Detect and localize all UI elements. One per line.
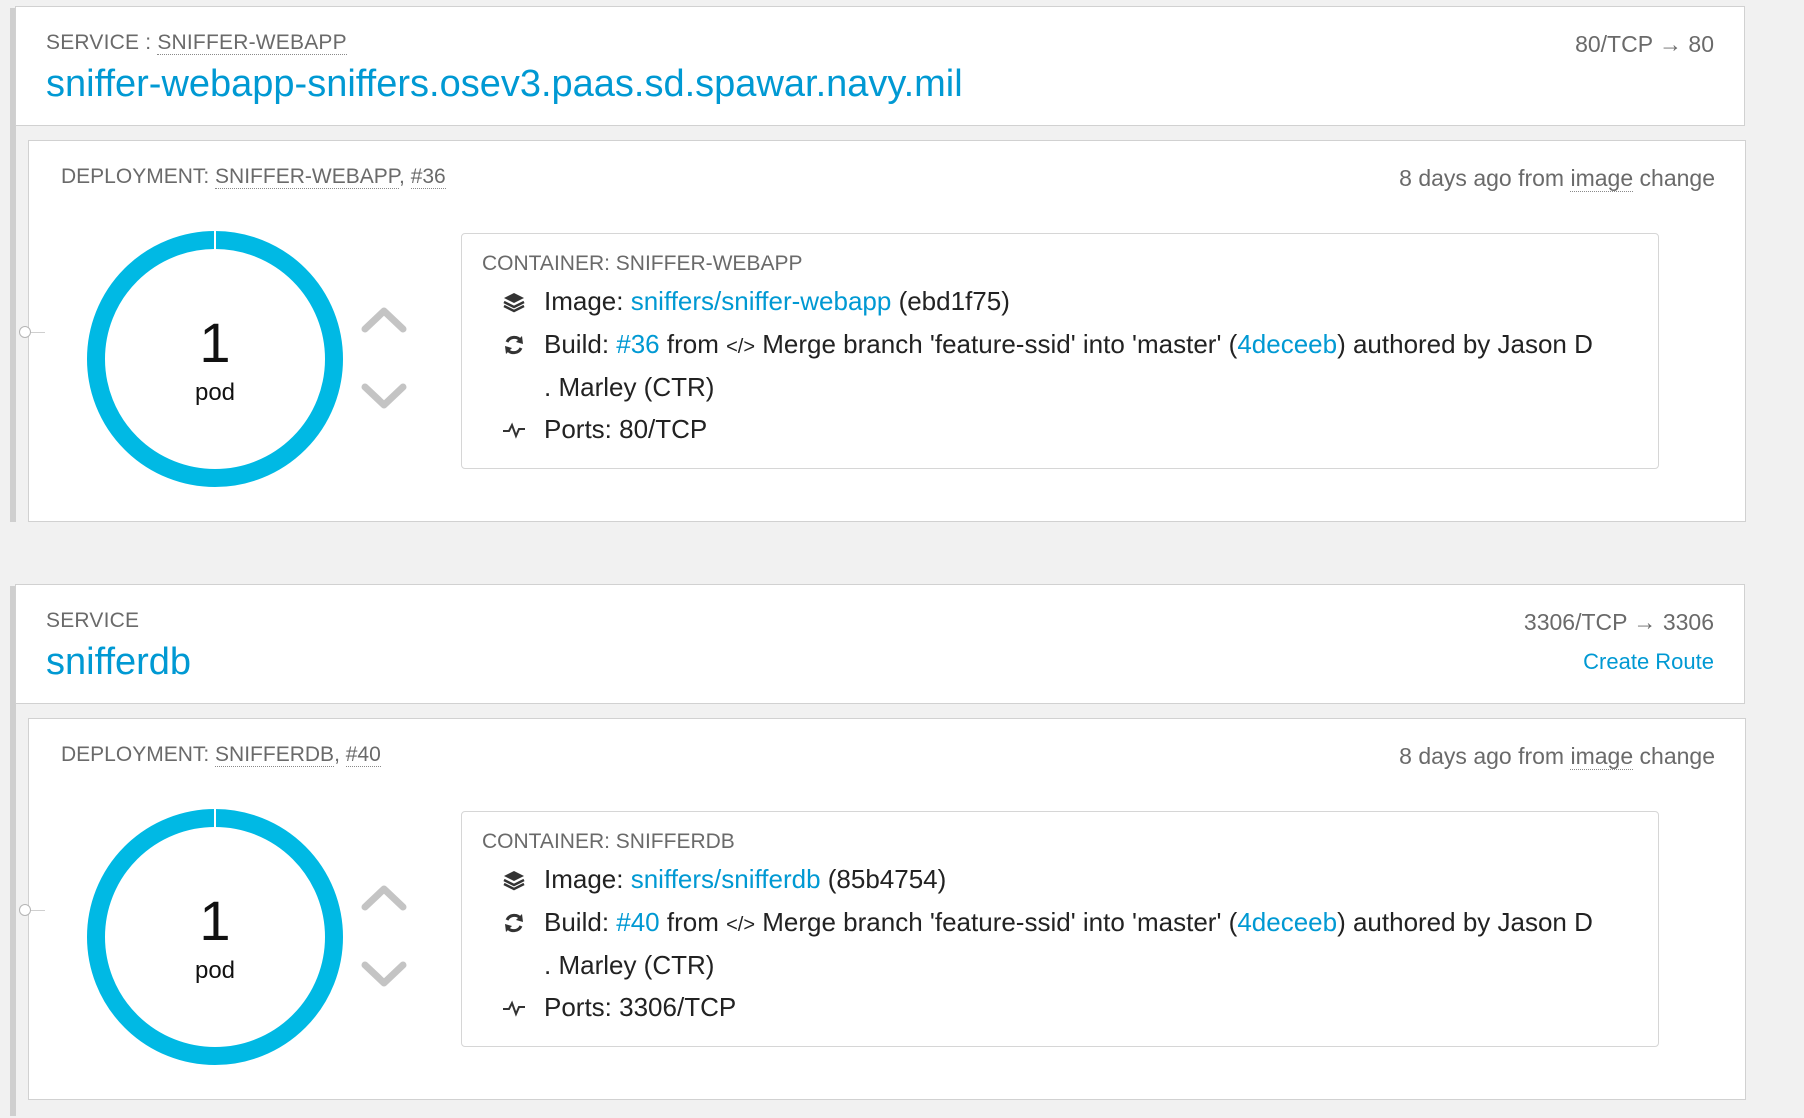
- pod-donut-chart[interactable]: 1 pod: [83, 227, 347, 491]
- deployment-age-prefix: 8 days ago from: [1399, 743, 1571, 769]
- chevron-up-icon: [361, 307, 407, 333]
- container-image-row: Image: sniffers/snifferdb (85b4754): [544, 864, 946, 895]
- service-label-prefix: SERVICE :: [46, 31, 158, 54]
- deployment-card: DEPLOYMENT: SNIFFER-WEBAPP, #36 8 days a…: [19, 140, 1746, 522]
- deployment-trigger[interactable]: image: [1570, 743, 1634, 770]
- connector-dot: [19, 326, 31, 338]
- pod-count-unit: pod: [194, 379, 236, 406]
- create-route-link[interactable]: Create Route: [1583, 649, 1714, 675]
- service-card: SERVICE : SNIFFER-WEBAPP sniffer-webapp-…: [15, 6, 1745, 126]
- container-ports-row: Ports: 80/TCP: [544, 414, 708, 444]
- build-author: ) authored by Jason D: [1337, 907, 1593, 937]
- build-from: from: [659, 329, 727, 359]
- refresh-icon: [505, 335, 523, 355]
- service-route-link[interactable]: sniffer-webapp-sniffers.osev3.paas.sd.sp…: [46, 63, 963, 106]
- deployment-trigger[interactable]: image: [1570, 165, 1634, 192]
- code-icon: </>: [726, 336, 756, 358]
- service-label: SERVICE: [46, 609, 139, 633]
- scale-up-button[interactable]: [359, 877, 409, 917]
- service-label-name[interactable]: SNIFFER-WEBAPP: [157, 31, 347, 55]
- container-image-row: Image: sniffers/sniffer-webapp (ebd1f75): [544, 286, 1010, 317]
- deployment-number-link[interactable]: #40: [345, 743, 381, 767]
- pod-donut-chart[interactable]: 1 pod: [83, 805, 347, 1069]
- build-author: ) authored by Jason D: [1337, 329, 1593, 359]
- build-message: Merge branch 'feature-ssid' into 'master…: [755, 329, 1238, 359]
- deployment-age: 8 days ago from image change: [1399, 165, 1715, 192]
- deployment-label-sep: ,: [399, 165, 411, 188]
- service-name-link[interactable]: snifferdb: [46, 641, 191, 684]
- pod-count: 1: [199, 889, 231, 952]
- deployment-label: DEPLOYMENT: SNIFFERDB, #40: [61, 743, 381, 767]
- chevron-up-icon: [361, 885, 407, 911]
- build-message: Merge branch 'feature-ssid' into 'master…: [755, 907, 1238, 937]
- deployment-age-suffix: change: [1633, 743, 1715, 769]
- deployment-age-prefix: 8 days ago from: [1399, 165, 1571, 191]
- container-build-row: Build: #36 from </> Merge branch 'featur…: [544, 329, 1593, 360]
- service-ports: 80/TCP → 80: [1575, 31, 1714, 57]
- build-author-cont: . Marley (CTR): [544, 950, 715, 980]
- container-details: CONTAINER: SNIFFER-WEBAPP Image: sniffer…: [461, 233, 1659, 469]
- build-label: Build:: [544, 329, 617, 359]
- scale-down-button[interactable]: [359, 377, 409, 417]
- build-link[interactable]: #40: [616, 907, 659, 937]
- deployment-age-suffix: change: [1633, 165, 1715, 191]
- deployment-label-sep: ,: [334, 743, 346, 766]
- deployment-age: 8 days ago from image change: [1399, 743, 1715, 770]
- deployment-label-prefix: DEPLOYMENT:: [61, 743, 216, 766]
- container-build-row-cont: . Marley (CTR): [544, 372, 714, 403]
- pod-count: 1: [199, 311, 231, 374]
- service-label: SERVICE : SNIFFER-WEBAPP: [46, 31, 347, 55]
- deployment-label-prefix: DEPLOYMENT:: [61, 165, 216, 188]
- image-link[interactable]: sniffers/snifferdb: [631, 864, 821, 894]
- pulse-icon: [503, 422, 525, 439]
- scale-up-button[interactable]: [359, 299, 409, 339]
- deployment-number-link[interactable]: #36: [410, 165, 446, 189]
- container-ports-row: Ports: 3306/TCP: [544, 992, 737, 1022]
- deployment-label: DEPLOYMENT: SNIFFER-WEBAPP, #36: [61, 165, 446, 189]
- commit-link[interactable]: 4deceeb: [1237, 329, 1337, 359]
- container-label: CONTAINER: SNIFFERDB: [482, 830, 735, 853]
- build-author-cont: . Marley (CTR): [544, 372, 715, 402]
- service-ports: 3306/TCP → 3306: [1523, 609, 1714, 635]
- layers-icon: [503, 293, 525, 313]
- build-label: Build:: [544, 907, 617, 937]
- deployment-name-link[interactable]: SNIFFERDB: [215, 743, 335, 767]
- deployment-card: DEPLOYMENT: SNIFFERDB, #40 8 days ago fr…: [19, 718, 1746, 1100]
- commit-link[interactable]: 4deceeb: [1237, 907, 1337, 937]
- container-build-row: Build: #40 from </> Merge branch 'featur…: [544, 907, 1593, 938]
- pulse-icon: [503, 1000, 525, 1017]
- image-label: Image:: [544, 864, 631, 894]
- image-hash: (ebd1f75): [891, 286, 1010, 316]
- pod-count-unit: pod: [194, 957, 236, 984]
- container-build-row-cont: . Marley (CTR): [544, 950, 714, 981]
- scale-down-button[interactable]: [359, 955, 409, 995]
- chevron-down-icon: [361, 961, 407, 987]
- service-card: SERVICE snifferdb 3306/TCP → 3306 Create…: [15, 584, 1745, 704]
- service-label-prefix: SERVICE: [46, 609, 140, 632]
- chevron-down-icon: [361, 383, 407, 409]
- code-icon: </>: [726, 914, 756, 936]
- deployment-name-link[interactable]: SNIFFER-WEBAPP: [215, 165, 400, 189]
- image-hash: (85b4754): [820, 864, 947, 894]
- connector-dot: [19, 904, 31, 916]
- build-link[interactable]: #36: [616, 329, 659, 359]
- container-details: CONTAINER: SNIFFERDB Image: sniffers/sni…: [461, 811, 1659, 1047]
- layers-icon: [503, 871, 525, 891]
- image-label: Image:: [544, 286, 631, 316]
- build-from: from: [659, 907, 727, 937]
- refresh-icon: [505, 913, 523, 933]
- image-link[interactable]: sniffers/sniffer-webapp: [631, 286, 892, 316]
- container-label: CONTAINER: SNIFFER-WEBAPP: [482, 252, 803, 275]
